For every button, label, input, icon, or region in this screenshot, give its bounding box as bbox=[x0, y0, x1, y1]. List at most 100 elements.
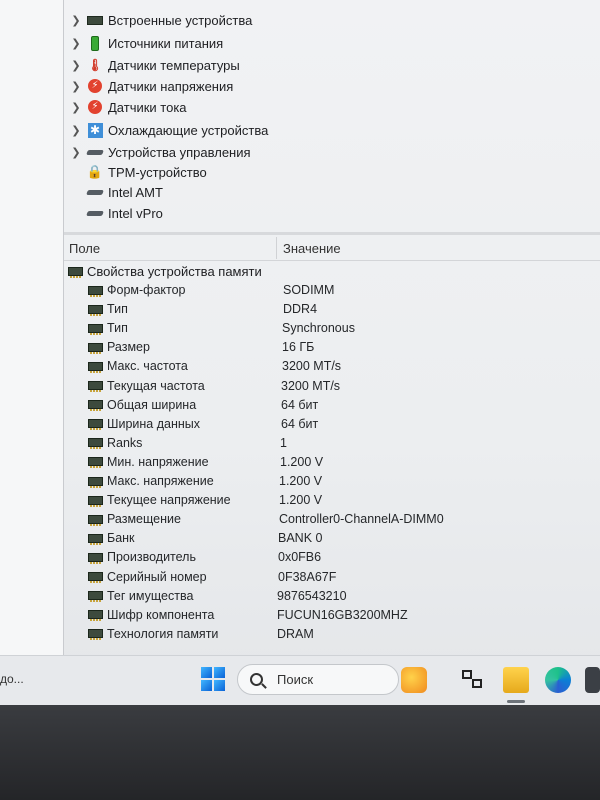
memory-module-icon bbox=[88, 361, 103, 373]
memory-module-icon bbox=[88, 419, 103, 431]
property-value: SODIMM bbox=[283, 283, 335, 297]
memory-module-icon bbox=[88, 591, 103, 603]
tree-item-intel-amt[interactable]: ❯ Intel AMT bbox=[64, 182, 163, 202]
task-view-icon[interactable] bbox=[460, 667, 486, 693]
property-row[interactable]: Ширина данных 64 бит bbox=[64, 415, 600, 434]
tree-item-control-devices[interactable]: ❯ Устройства управления bbox=[64, 142, 251, 162]
property-name: Ranks bbox=[88, 436, 142, 450]
property-name: Текущая частота bbox=[88, 379, 205, 393]
tree-item-cooling-devices[interactable]: ❯ ✱ Охлаждающие устройства bbox=[64, 120, 268, 140]
property-name-text: Шифр компонента bbox=[107, 607, 215, 622]
memory-module-icon bbox=[68, 266, 83, 278]
property-row[interactable]: Тип DDR4 bbox=[64, 300, 600, 319]
property-row[interactable]: Текущее напряжение 1.200 V bbox=[64, 491, 600, 510]
property-name: Производитель bbox=[88, 550, 196, 564]
property-value: Controller0-ChannelA-DIMM0 bbox=[279, 512, 444, 527]
property-name: Общая ширина bbox=[88, 398, 196, 412]
column-header-value[interactable]: Значение bbox=[283, 241, 341, 256]
tree-item-label: Встроенные устройства bbox=[108, 12, 253, 28]
property-name-text: Производитель bbox=[107, 550, 196, 565]
cable-icon bbox=[86, 185, 104, 199]
property-value: 16 ГБ bbox=[282, 340, 315, 355]
property-name-text: Банк bbox=[107, 531, 135, 546]
taskbar-left-text: до... bbox=[0, 672, 24, 686]
taskbar-search-box[interactable]: Поиск bbox=[237, 664, 399, 695]
property-row[interactable]: Текущая частота 3200 MT/s bbox=[64, 377, 600, 396]
screen: ❯ Встроенные устройства ❯ Источники пита… bbox=[0, 0, 600, 730]
chevron-right-icon[interactable]: ❯ bbox=[68, 101, 84, 114]
chevron-right-icon[interactable]: ❯ bbox=[68, 146, 84, 159]
tree-item-embedded-devices[interactable]: ❯ Встроенные устройства bbox=[64, 10, 252, 30]
left-navigation-strip bbox=[0, 0, 64, 655]
tree-item-label: Устройства управления bbox=[108, 144, 251, 160]
property-name: Мин. напряжение bbox=[88, 455, 209, 469]
property-row[interactable]: Тег имущества 9876543210 bbox=[64, 587, 600, 606]
property-row[interactable]: Размер 16 ГБ bbox=[64, 338, 600, 357]
chevron-right-icon[interactable]: ❯ bbox=[68, 37, 84, 50]
column-header-field[interactable]: Поле bbox=[69, 241, 100, 256]
column-divider[interactable] bbox=[276, 237, 277, 259]
property-value: Synchronous bbox=[282, 321, 355, 336]
property-name-text: Тег имущества bbox=[107, 588, 194, 603]
thermometer-icon: 🌡 bbox=[87, 58, 103, 72]
edge-icon[interactable] bbox=[545, 667, 571, 693]
property-row[interactable]: Размещение Controller0-ChannelA-DIMM0 bbox=[64, 510, 600, 529]
chip-icon bbox=[87, 13, 103, 27]
property-row[interactable]: Шифр компонента FUCUN16GB3200MHZ bbox=[64, 606, 600, 625]
memory-module-icon bbox=[88, 610, 103, 622]
property-value: 0x0FB6 bbox=[278, 550, 322, 565]
property-row[interactable]: Макс. напряжение 1.200 V bbox=[64, 472, 600, 491]
property-name-text: Ranks bbox=[107, 435, 143, 450]
property-value: DDR4 bbox=[283, 302, 318, 317]
property-name-text: Мин. напряжение bbox=[107, 454, 209, 469]
property-value: 3200 MT/s bbox=[282, 359, 342, 374]
chevron-right-icon[interactable]: ❯ bbox=[68, 124, 84, 137]
windows-start-icon[interactable] bbox=[201, 667, 225, 691]
property-name: Банк bbox=[88, 531, 135, 545]
tree-item-label: Датчики напряжения bbox=[108, 78, 234, 94]
tree-item-current-sensors[interactable]: ❯ ⚡ Датчики тока bbox=[64, 97, 186, 117]
property-value: 1.200 V bbox=[280, 454, 324, 469]
tree-item-label: Intel AMT bbox=[108, 184, 163, 200]
property-name-text: Тип bbox=[107, 302, 128, 317]
tree-item-temperature-sensors[interactable]: ❯ 🌡 Датчики температуры bbox=[64, 55, 239, 75]
property-name: Тип bbox=[88, 302, 128, 316]
property-name: Текущее напряжение bbox=[88, 493, 231, 507]
property-value: 9876543210 bbox=[277, 588, 347, 603]
group-row-memory-properties[interactable]: Свойства устройства памяти bbox=[68, 261, 262, 281]
property-row[interactable]: Банк BANK 0 bbox=[64, 529, 600, 548]
property-name-text: Форм-фактор bbox=[107, 283, 186, 297]
property-row[interactable]: Форм-фактор SODIMM bbox=[64, 281, 600, 300]
property-name: Макс. частота bbox=[88, 359, 188, 373]
tree-item-intel-vpro[interactable]: ❯ Intel vPro bbox=[64, 203, 163, 223]
property-row[interactable]: Технология памяти DRAM bbox=[64, 625, 600, 644]
store-icon[interactable] bbox=[585, 667, 600, 693]
chevron-right-icon[interactable]: ❯ bbox=[68, 59, 84, 72]
property-row[interactable]: Макс. частота 3200 MT/s bbox=[64, 357, 600, 376]
group-label: Свойства устройства памяти bbox=[87, 263, 262, 279]
widgets-icon[interactable] bbox=[401, 667, 427, 693]
chevron-right-icon[interactable]: ❯ bbox=[68, 14, 84, 27]
property-value: FUCUN16GB3200MHZ bbox=[277, 607, 408, 622]
property-row[interactable]: Тип Synchronous bbox=[64, 319, 600, 338]
property-row[interactable]: Серийный номер 0F38A67F bbox=[64, 568, 600, 587]
tree-item-voltage-sensors[interactable]: ❯ ⚡ Датчики напряжения bbox=[64, 76, 233, 96]
memory-module-icon bbox=[88, 552, 103, 564]
file-explorer-icon[interactable] bbox=[503, 667, 529, 693]
memory-module-icon bbox=[88, 342, 103, 354]
property-name: Размещение bbox=[88, 512, 181, 526]
property-row[interactable]: Производитель 0x0FB6 bbox=[64, 548, 600, 567]
tree-item-tpm-device[interactable]: ❯ 🔒 TPM-устройство bbox=[64, 162, 207, 182]
property-row[interactable]: Общая ширина 64 бит bbox=[64, 396, 600, 415]
property-row[interactable]: Мин. напряжение 1.200 V bbox=[64, 453, 600, 472]
chevron-right-icon[interactable]: ❯ bbox=[68, 80, 84, 93]
tree-item-power-sources[interactable]: ❯ Источники питания bbox=[64, 33, 223, 53]
property-name: Технология памяти bbox=[88, 627, 218, 641]
property-name-text: Тип bbox=[107, 321, 128, 336]
memory-module-icon bbox=[88, 572, 103, 583]
tree-item-label: Охлаждающие устройства bbox=[108, 122, 269, 138]
memory-module-icon bbox=[88, 381, 103, 392]
property-row[interactable]: Ranks 1 bbox=[64, 434, 600, 453]
property-name-text: Ширина данных bbox=[107, 416, 200, 431]
property-value: 1.200 V bbox=[279, 474, 323, 488]
